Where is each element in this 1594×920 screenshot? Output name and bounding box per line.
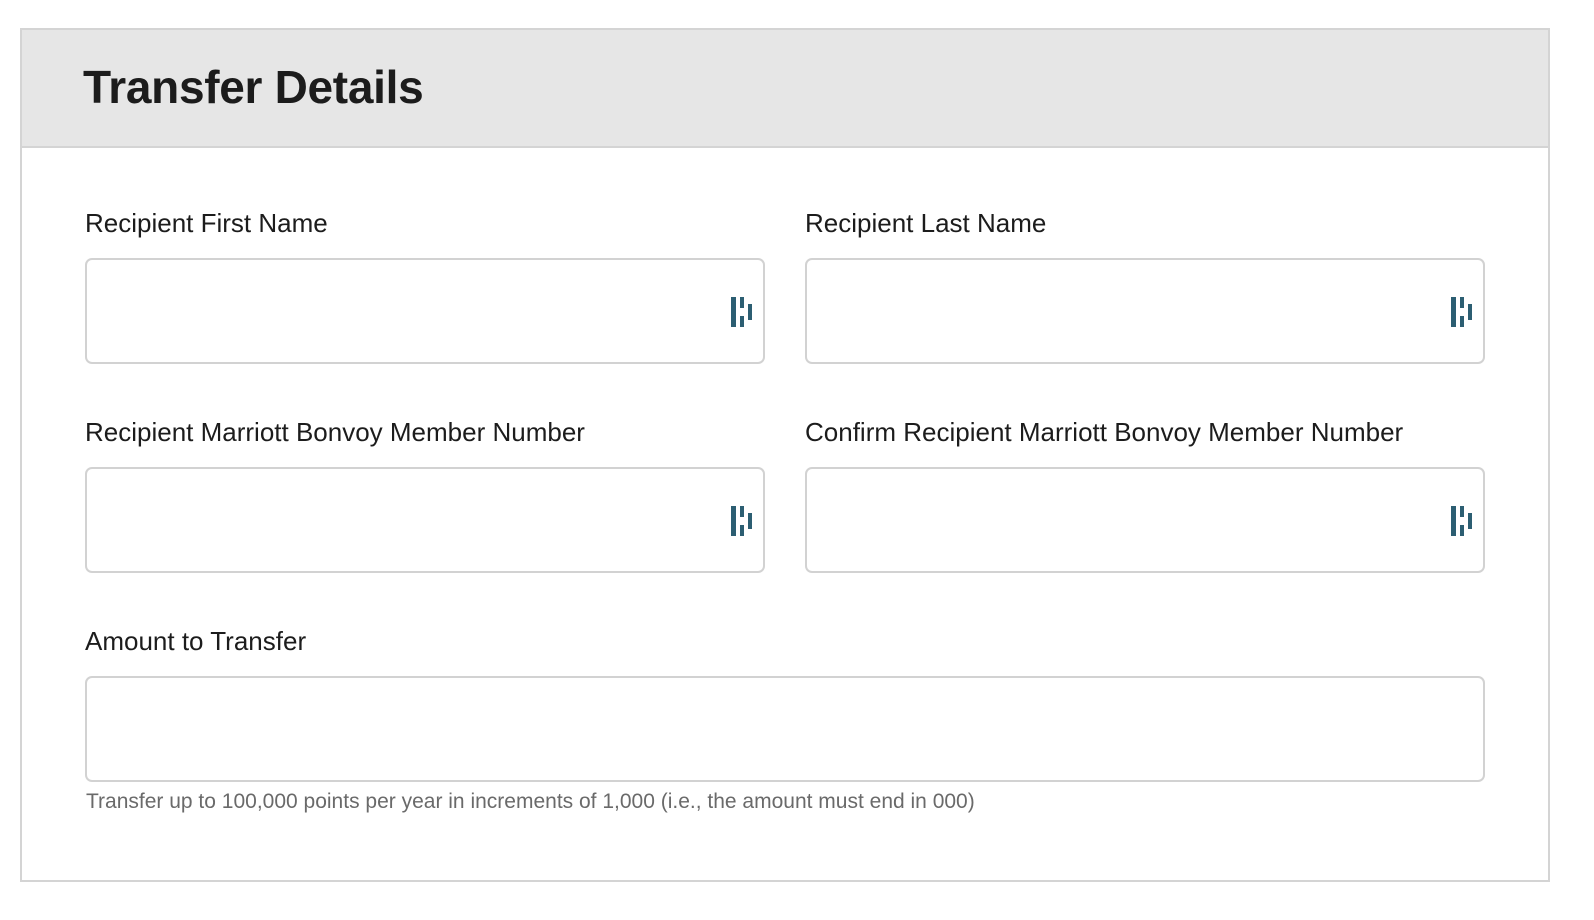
transfer-details-panel: Transfer Details Recipient First Name Re… bbox=[20, 28, 1550, 882]
last-name-field: Recipient Last Name bbox=[805, 206, 1485, 364]
first-name-label: Recipient First Name bbox=[85, 208, 328, 238]
member-number-field: Recipient Marriott Bonvoy Member Number bbox=[85, 415, 765, 573]
member-number-input[interactable] bbox=[87, 469, 763, 571]
last-name-input[interactable] bbox=[807, 260, 1483, 362]
amount-field: Amount to Transfer bbox=[85, 624, 1485, 782]
amount-hint: Transfer up to 100,000 points per year i… bbox=[86, 790, 975, 813]
panel-header: Transfer Details bbox=[22, 30, 1548, 148]
confirm-member-number-field: Confirm Recipient Marriott Bonvoy Member… bbox=[805, 415, 1485, 573]
last-name-input-wrapper bbox=[805, 258, 1485, 364]
first-name-input-wrapper bbox=[85, 258, 765, 364]
member-number-label: Recipient Marriott Bonvoy Member Number bbox=[85, 417, 585, 447]
amount-input[interactable] bbox=[87, 678, 1483, 780]
password-manager-icon[interactable] bbox=[1451, 297, 1475, 327]
confirm-member-number-input[interactable] bbox=[807, 469, 1483, 571]
password-manager-icon[interactable] bbox=[731, 297, 755, 327]
section-title: Transfer Details bbox=[83, 61, 424, 113]
first-name-field: Recipient First Name bbox=[85, 206, 765, 364]
last-name-label: Recipient Last Name bbox=[805, 208, 1047, 238]
confirm-member-number-label: Confirm Recipient Marriott Bonvoy Member… bbox=[805, 417, 1404, 447]
password-manager-icon[interactable] bbox=[1451, 506, 1475, 536]
amount-label: Amount to Transfer bbox=[85, 626, 307, 656]
first-name-input[interactable] bbox=[87, 260, 763, 362]
confirm-member-number-input-wrapper bbox=[805, 467, 1485, 573]
amount-input-wrapper bbox=[85, 676, 1485, 782]
password-manager-icon[interactable] bbox=[731, 506, 755, 536]
member-number-input-wrapper bbox=[85, 467, 765, 573]
